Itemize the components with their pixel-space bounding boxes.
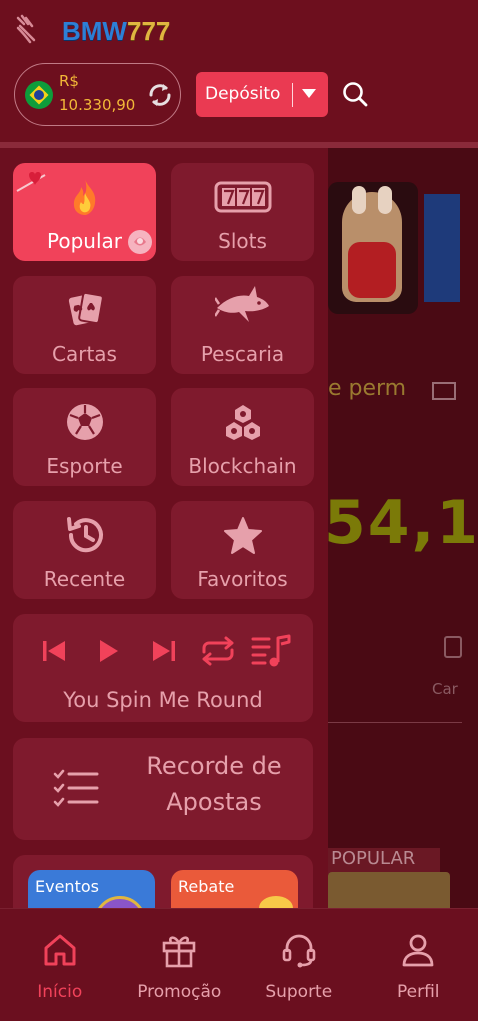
logo-text-main: BMW xyxy=(62,16,127,46)
menu-tile-label: Popular xyxy=(47,229,122,253)
gift-icon xyxy=(162,936,196,968)
game-thumbnail[interactable] xyxy=(328,872,450,908)
history-icon xyxy=(66,517,103,553)
home-icon xyxy=(44,934,76,966)
jackpot-counter: 54,1 xyxy=(328,488,478,558)
nav-perfil[interactable]: Perfil xyxy=(359,909,478,1021)
marquee-text: e perm xyxy=(328,376,407,401)
menu-toggle-icon[interactable] xyxy=(14,14,40,46)
nav-label: Suporte xyxy=(265,982,333,1002)
menu-tile-blockchain[interactable]: Blockchain xyxy=(171,388,314,486)
promo-card-label: Rebate xyxy=(178,877,235,896)
side-menu: Popular Slots Cartas Pescaria Esporte Bl… xyxy=(0,148,328,908)
flame-icon xyxy=(73,179,95,215)
logo-text-number: 777 xyxy=(126,16,171,46)
menu-tile-label: Blockchain xyxy=(188,454,297,478)
soccer-ball-icon xyxy=(66,404,103,440)
coin-icon xyxy=(259,896,293,908)
bet-record-label-line2: Apostas xyxy=(166,788,262,816)
menu-tile-favoritos[interactable]: Favoritos xyxy=(171,501,314,599)
menu-tile-label: Esporte xyxy=(46,454,123,478)
menu-tile-slots[interactable]: Slots xyxy=(171,163,314,261)
heart-arrow-decoration-icon xyxy=(16,172,46,192)
rabbit-mascot-image xyxy=(342,186,402,302)
balance-currency: R$ xyxy=(59,72,79,90)
promo-card-label: Eventos xyxy=(35,877,99,896)
brazil-flag-icon xyxy=(25,81,53,109)
user-icon xyxy=(402,934,434,967)
bet-record-label-line1: Recorde de xyxy=(146,752,282,780)
category-label-partial: Car xyxy=(432,680,458,698)
banner-card-secondary[interactable] xyxy=(424,194,460,302)
nav-suporte[interactable]: Suporte xyxy=(239,909,359,1021)
menu-tile-label: Favoritos xyxy=(197,567,288,591)
bet-record-button[interactable]: Recorde de Apostas xyxy=(13,738,313,840)
checklist-icon xyxy=(53,769,99,807)
nav-label: Promoção xyxy=(137,982,222,1002)
promo-card-eventos[interactable]: Eventos xyxy=(28,870,155,908)
nav-inicio[interactable]: Início xyxy=(0,909,120,1021)
deposit-label: Depósito xyxy=(205,84,281,104)
song-title: You Spin Me Round xyxy=(63,688,263,712)
previous-icon[interactable] xyxy=(39,636,69,666)
menu-tile-esporte[interactable]: Esporte xyxy=(13,388,156,486)
nav-label: Início xyxy=(37,982,83,1002)
section-divider xyxy=(328,722,462,723)
music-player: You Spin Me Round xyxy=(13,614,313,722)
headset-icon xyxy=(282,934,316,968)
balance-amount: 10.330,90 xyxy=(59,96,136,114)
cards-category-icon[interactable] xyxy=(444,636,462,658)
playlist-icon[interactable] xyxy=(251,634,295,668)
top-header: BMW777 R$ 10.330,90 Depósito xyxy=(0,0,478,148)
site-logo[interactable]: BMW777 xyxy=(62,16,170,47)
nav-label: Perfil xyxy=(396,982,440,1002)
menu-tile-label: Pescaria xyxy=(200,342,285,366)
balance-widget: R$ 10.330,90 xyxy=(14,63,181,126)
bottom-navigation: Início Promoção Suporte Perfil xyxy=(0,908,478,1021)
promo-panel: Eventos Rebate xyxy=(13,855,313,908)
popular-tag: POPULAR xyxy=(328,848,440,874)
cards-icon xyxy=(68,291,104,326)
menu-tile-label: Slots xyxy=(218,229,267,253)
promo-card-rebate[interactable]: Rebate xyxy=(171,870,298,908)
menu-tile-pescaria[interactable]: Pescaria xyxy=(171,276,314,374)
menu-tile-cartas[interactable]: Cartas xyxy=(13,276,156,374)
star-icon xyxy=(223,517,262,554)
deposit-divider xyxy=(292,83,293,107)
menu-tile-label: Cartas xyxy=(52,342,117,366)
search-icon[interactable] xyxy=(341,80,369,108)
slot-777-icon xyxy=(214,181,271,213)
nav-promocao[interactable]: Promoção xyxy=(120,909,240,1021)
menu-tile-popular[interactable]: Popular xyxy=(13,163,156,261)
repeat-icon[interactable] xyxy=(198,636,238,666)
chevron-down-icon[interactable] xyxy=(302,89,316,98)
mail-icon[interactable] xyxy=(432,382,456,400)
background-page-content: e perm 54,1 Car POPULAR xyxy=(328,148,478,908)
blockchain-icon xyxy=(225,405,260,440)
shark-icon xyxy=(214,286,269,322)
menu-tile-label: Recente xyxy=(43,567,126,591)
deposit-button[interactable]: Depósito xyxy=(196,72,328,117)
refresh-icon[interactable] xyxy=(146,81,174,109)
event-badge-icon xyxy=(94,896,146,908)
menu-tile-recente[interactable]: Recente xyxy=(13,501,156,599)
next-icon[interactable] xyxy=(149,636,179,666)
play-icon[interactable] xyxy=(93,636,123,666)
